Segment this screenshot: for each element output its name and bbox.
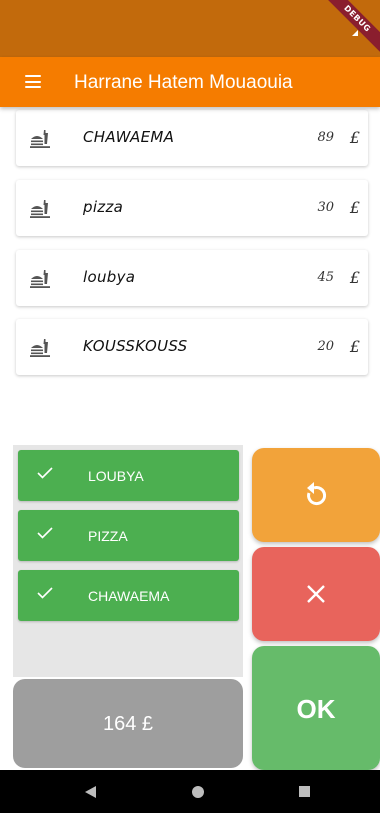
dish-price: 30	[317, 200, 334, 215]
menu-item[interactable]: loubya 45 £	[16, 250, 368, 306]
order-item-label: LOUBYA	[88, 468, 144, 484]
status-bar: DEBUG	[0, 0, 380, 57]
reset-button[interactable]	[252, 448, 380, 542]
dish-price: 89	[317, 130, 334, 145]
order-item[interactable]: CHAWAEMA	[18, 570, 239, 621]
close-icon	[307, 585, 325, 603]
check-icon	[37, 527, 53, 539]
order-item[interactable]: PIZZA	[18, 510, 239, 561]
total-display: 164 £	[13, 679, 243, 768]
cancel-button[interactable]	[252, 547, 380, 641]
currency-symbol: £	[349, 198, 360, 217]
check-icon	[37, 467, 53, 479]
total-amount: 164 £	[102, 713, 154, 735]
menu-item[interactable]: pizza 30 £	[16, 180, 368, 236]
system-nav-bar	[0, 770, 380, 813]
dish-price: 45	[317, 270, 334, 285]
fastfood-icon	[30, 339, 50, 357]
page-title: Harrane Hatem Mouaouia	[74, 72, 293, 93]
ok-button-label: OK	[296, 694, 336, 724]
menu-item[interactable]: KOUSSKOUSS 20 £	[16, 319, 368, 375]
hamburger-menu-icon[interactable]	[25, 75, 41, 88]
check-icon	[37, 587, 53, 599]
order-list[interactable]: LOUBYA PIZZA CHAWAEMA	[13, 445, 243, 677]
order-item[interactable]: LOUBYA	[18, 450, 239, 501]
app-bar: Harrane Hatem Mouaouia	[0, 57, 380, 107]
currency-symbol: £	[349, 128, 360, 147]
fastfood-icon	[30, 130, 50, 148]
ok-button[interactable]: OK	[252, 646, 380, 770]
debug-banner: DEBUG	[320, 0, 380, 56]
home-icon[interactable]	[192, 786, 204, 798]
recent-apps-icon[interactable]	[299, 786, 310, 797]
signal-icon	[352, 30, 358, 36]
fastfood-icon	[30, 200, 50, 218]
refresh-icon	[307, 482, 327, 506]
fastfood-icon	[30, 270, 50, 288]
back-icon[interactable]	[85, 786, 96, 798]
dish-name: CHAWAEMA	[83, 128, 175, 146]
menu-item[interactable]: CHAWAEMA 89 £	[16, 110, 368, 166]
dish-name: pizza	[83, 198, 124, 216]
currency-symbol: £	[349, 268, 360, 287]
order-item-label: CHAWAEMA	[88, 588, 170, 604]
order-item-label: PIZZA	[88, 528, 128, 544]
currency-symbol: £	[349, 337, 360, 356]
dish-price: 20	[317, 339, 334, 354]
dish-name: loubya	[83, 268, 136, 286]
dish-name: KOUSSKOUSS	[83, 337, 188, 355]
